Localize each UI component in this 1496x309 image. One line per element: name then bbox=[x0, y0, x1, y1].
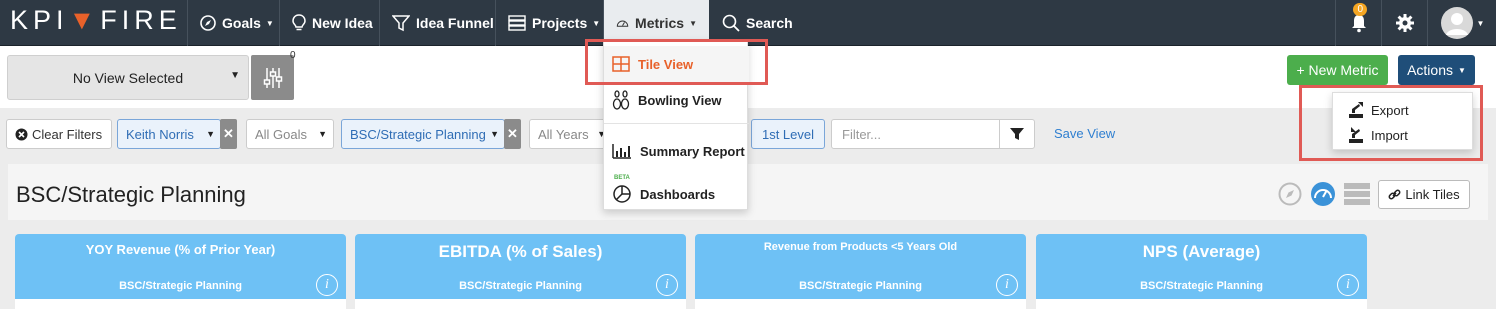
sliders-icon bbox=[263, 67, 282, 88]
tile-title: YOY Revenue (% of Prior Year) bbox=[85, 242, 276, 257]
tile-subtitle: BSC/Strategic Planning bbox=[459, 280, 582, 292]
funnel-icon bbox=[392, 15, 410, 32]
apply-filter-button[interactable] bbox=[999, 119, 1035, 149]
nav-metrics-label: Metrics bbox=[635, 15, 685, 31]
speedometer-icon[interactable] bbox=[1310, 181, 1336, 207]
close-icon: ✕ bbox=[223, 126, 234, 141]
menu-item-summary-report[interactable]: Summary Report bbox=[604, 133, 749, 169]
bar-chart-icon bbox=[612, 144, 631, 159]
tile-subtitle: BSC/Strategic Planning bbox=[799, 280, 922, 292]
filter-text-input[interactable]: Filter... bbox=[831, 119, 1001, 149]
years-filter-select[interactable]: All Years ▼ bbox=[529, 119, 609, 149]
link-tiles-label: Link Tiles bbox=[1405, 187, 1460, 202]
funnel-icon bbox=[1010, 128, 1024, 140]
nav-projects-label: Projects bbox=[532, 15, 588, 31]
menu-item-bowling-view[interactable]: Bowling View bbox=[604, 82, 749, 118]
tile-title: NPS (Average) bbox=[1142, 242, 1261, 261]
link-icon bbox=[1388, 189, 1401, 200]
caret-down-icon: ▼ bbox=[592, 18, 601, 28]
nav-search-label: Search bbox=[746, 15, 793, 31]
menu-divider bbox=[604, 123, 749, 124]
remove-department-filter-button[interactable]: ✕ bbox=[504, 119, 521, 149]
caret-down-icon: ▼ bbox=[689, 18, 697, 28]
pie-chart-icon bbox=[613, 185, 631, 203]
caret-down-icon: ▼ bbox=[265, 18, 274, 28]
chevron-down-icon: ▼ bbox=[230, 70, 240, 81]
view-settings-button[interactable] bbox=[251, 55, 294, 100]
tile-subtitle: BSC/Strategic Planning bbox=[1140, 280, 1263, 292]
metric-tile[interactable]: NPS (Average) BSC/Strategic Planning i bbox=[1036, 234, 1367, 309]
tile-subtitle: BSC/Strategic Planning bbox=[119, 280, 242, 292]
menu-item-label: Bowling View bbox=[638, 92, 722, 108]
compass-icon[interactable] bbox=[1278, 182, 1302, 206]
list-view-icon[interactable] bbox=[1344, 182, 1370, 206]
save-view-link[interactable]: Save View bbox=[1054, 126, 1115, 141]
menu-item-dashboards[interactable]: Dashboards bbox=[604, 176, 749, 212]
person-filter-select[interactable]: Keith Norris ▼ bbox=[117, 119, 221, 149]
info-icon[interactable]: i bbox=[656, 274, 678, 296]
link-tiles-button[interactable]: Link Tiles bbox=[1378, 180, 1470, 209]
department-filter-select[interactable]: BSC/Strategic Planning ▼ bbox=[341, 119, 505, 149]
new-metric-button[interactable]: + New Metric bbox=[1287, 55, 1388, 85]
actions-button[interactable]: Actions ▼ bbox=[1398, 55, 1475, 85]
bowling-pins-icon bbox=[612, 90, 630, 110]
nav-idea-funnel-label: Idea Funnel bbox=[416, 15, 494, 31]
view-settings-count: 0 bbox=[290, 50, 296, 61]
metric-tile[interactable]: EBITDA (% of Sales) BSC/Strategic Planni… bbox=[355, 234, 686, 309]
department-filter-value: BSC/Strategic Planning bbox=[350, 126, 486, 142]
person-filter-value: Keith Norris bbox=[126, 126, 194, 142]
metric-tile[interactable]: YOY Revenue (% of Prior Year) BSC/Strate… bbox=[15, 234, 346, 309]
close-circle-icon bbox=[15, 128, 28, 140]
nav-idea-funnel[interactable]: Idea Funnel bbox=[379, 0, 506, 46]
chevron-down-icon: ▼ bbox=[490, 129, 499, 139]
menu-item-label: Dashboards bbox=[640, 186, 716, 202]
chevron-down-icon: ▼ bbox=[206, 129, 215, 139]
bell-icon bbox=[1351, 15, 1366, 33]
settings-button[interactable] bbox=[1381, 0, 1427, 46]
tile-title: EBITDA (% of Sales) bbox=[438, 242, 603, 261]
info-icon[interactable]: i bbox=[1337, 274, 1359, 296]
user-menu[interactable]: ▼ bbox=[1427, 0, 1496, 46]
info-icon[interactable]: i bbox=[316, 274, 338, 296]
lightbulb-icon bbox=[292, 14, 306, 31]
speedometer-icon bbox=[616, 20, 629, 27]
nav-new-idea[interactable]: New Idea bbox=[279, 0, 385, 46]
metric-tile[interactable]: Revenue from Products <5 Years Old BSC/S… bbox=[695, 234, 1026, 309]
gear-icon bbox=[1395, 14, 1414, 32]
tile-title: Revenue from Products <5 Years Old bbox=[763, 241, 958, 253]
chevron-down-icon: ▼ bbox=[318, 129, 327, 139]
nav-new-idea-label: New Idea bbox=[312, 15, 373, 31]
caret-down-icon: ▼ bbox=[1458, 65, 1466, 75]
remove-person-filter-button[interactable]: ✕ bbox=[220, 119, 237, 149]
view-select[interactable]: No View Selected ▼ bbox=[7, 55, 249, 100]
nav-goals-label: Goals bbox=[222, 15, 261, 31]
view-select-value: No View Selected bbox=[72, 69, 184, 86]
caret-down-icon: ▼ bbox=[1476, 18, 1485, 28]
kpifire-logo[interactable]: KPI▼FIRE bbox=[10, 5, 182, 35]
goals-filter-select[interactable]: All Goals ▼ bbox=[246, 119, 334, 149]
projects-icon bbox=[508, 15, 526, 31]
info-icon[interactable]: i bbox=[996, 274, 1018, 296]
years-filter-value: All Years bbox=[538, 126, 589, 142]
notification-badge: 0 bbox=[1353, 3, 1367, 16]
menu-item-label: Summary Report bbox=[640, 143, 745, 159]
goals-filter-value: All Goals bbox=[255, 126, 308, 142]
nav-goals[interactable]: Goals ▼ bbox=[187, 0, 286, 46]
notifications-button[interactable]: 0 bbox=[1335, 0, 1381, 46]
level-filter-button[interactable]: 1st Level bbox=[751, 119, 825, 149]
compass-icon bbox=[200, 15, 216, 31]
page-title: BSC/Strategic Planning bbox=[16, 182, 246, 207]
highlight-box bbox=[1299, 85, 1483, 161]
actions-button-label: Actions bbox=[1407, 62, 1453, 78]
close-icon: ✕ bbox=[507, 126, 518, 141]
highlight-box bbox=[585, 39, 768, 85]
avatar bbox=[1440, 7, 1473, 39]
clear-filters-button[interactable]: Clear Filters bbox=[6, 119, 112, 149]
clear-filters-label: Clear Filters bbox=[32, 126, 103, 142]
search-icon bbox=[722, 14, 740, 32]
